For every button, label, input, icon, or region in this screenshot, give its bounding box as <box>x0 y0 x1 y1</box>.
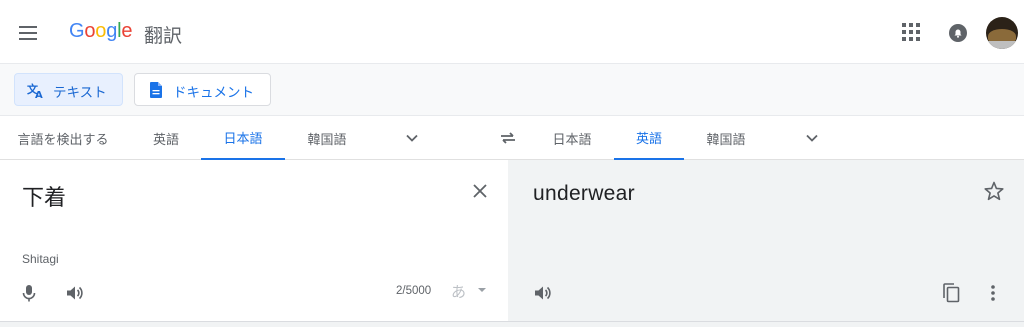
document-mode-button[interactable]: ドキュメント <box>134 73 271 106</box>
text-mode-label: テキスト <box>53 85 107 101</box>
source-more-languages-chevron-icon[interactable] <box>404 130 420 146</box>
source-panel: 下着 Shitagi 2/5000 あ <box>0 160 508 321</box>
translation-output: underwear <box>533 182 635 205</box>
target-panel: underwear <box>508 160 1024 321</box>
tab-target-japanese[interactable]: 日本語 <box>540 116 604 160</box>
character-counter: 2/5000 <box>396 285 432 297</box>
copy-translation-icon[interactable] <box>940 282 962 304</box>
text-mode-button[interactable]: 文 A テキスト <box>14 73 123 106</box>
save-translation-star-icon[interactable] <box>983 180 1005 202</box>
document-icon <box>147 81 165 99</box>
source-transliteration: Shitagi <box>22 252 59 266</box>
account-avatar[interactable] <box>986 17 1018 49</box>
tab-source-korean[interactable]: 韓国語 <box>295 116 359 160</box>
tab-target-korean[interactable]: 韓国語 <box>694 116 758 160</box>
tab-source-japanese[interactable]: 日本語 <box>201 116 285 160</box>
panel-bottom-divider <box>0 321 1024 327</box>
menu-icon[interactable] <box>13 19 43 47</box>
document-mode-label: ドキュメント <box>173 85 254 101</box>
source-speaker-icon[interactable] <box>64 282 86 304</box>
source-text-input[interactable]: 下着 <box>22 180 66 212</box>
ime-input-tool[interactable]: あ <box>451 281 466 302</box>
clear-source-close-icon[interactable] <box>470 181 490 201</box>
notification-bell-icon[interactable] <box>947 22 969 44</box>
tab-source-english[interactable]: 英語 <box>140 116 192 160</box>
microphone-icon[interactable] <box>18 282 40 304</box>
ime-dropdown-icon[interactable] <box>478 288 486 292</box>
translate-icon: 文 A <box>27 81 45 99</box>
product-title: 翻訳 <box>144 25 183 47</box>
swap-languages-icon[interactable] <box>498 128 518 148</box>
more-options-icon[interactable] <box>984 282 1002 304</box>
apps-grid-icon[interactable] <box>901 22 923 44</box>
target-more-languages-chevron-icon[interactable] <box>804 130 820 146</box>
language-bar: 言語を検出する 英語 日本語 韓国語 日本語 英語 韓国語 <box>0 116 1024 160</box>
tab-detect-language[interactable]: 言語を検出する <box>8 116 118 160</box>
app-header: Google 翻訳 <box>0 0 1024 64</box>
mode-bar: 文 A テキスト ドキュメント <box>0 64 1024 116</box>
svg-text:A: A <box>35 90 43 99</box>
tab-target-english[interactable]: 英語 <box>614 116 684 160</box>
target-speaker-icon[interactable] <box>532 282 554 304</box>
google-logo[interactable]: Google <box>69 20 133 43</box>
